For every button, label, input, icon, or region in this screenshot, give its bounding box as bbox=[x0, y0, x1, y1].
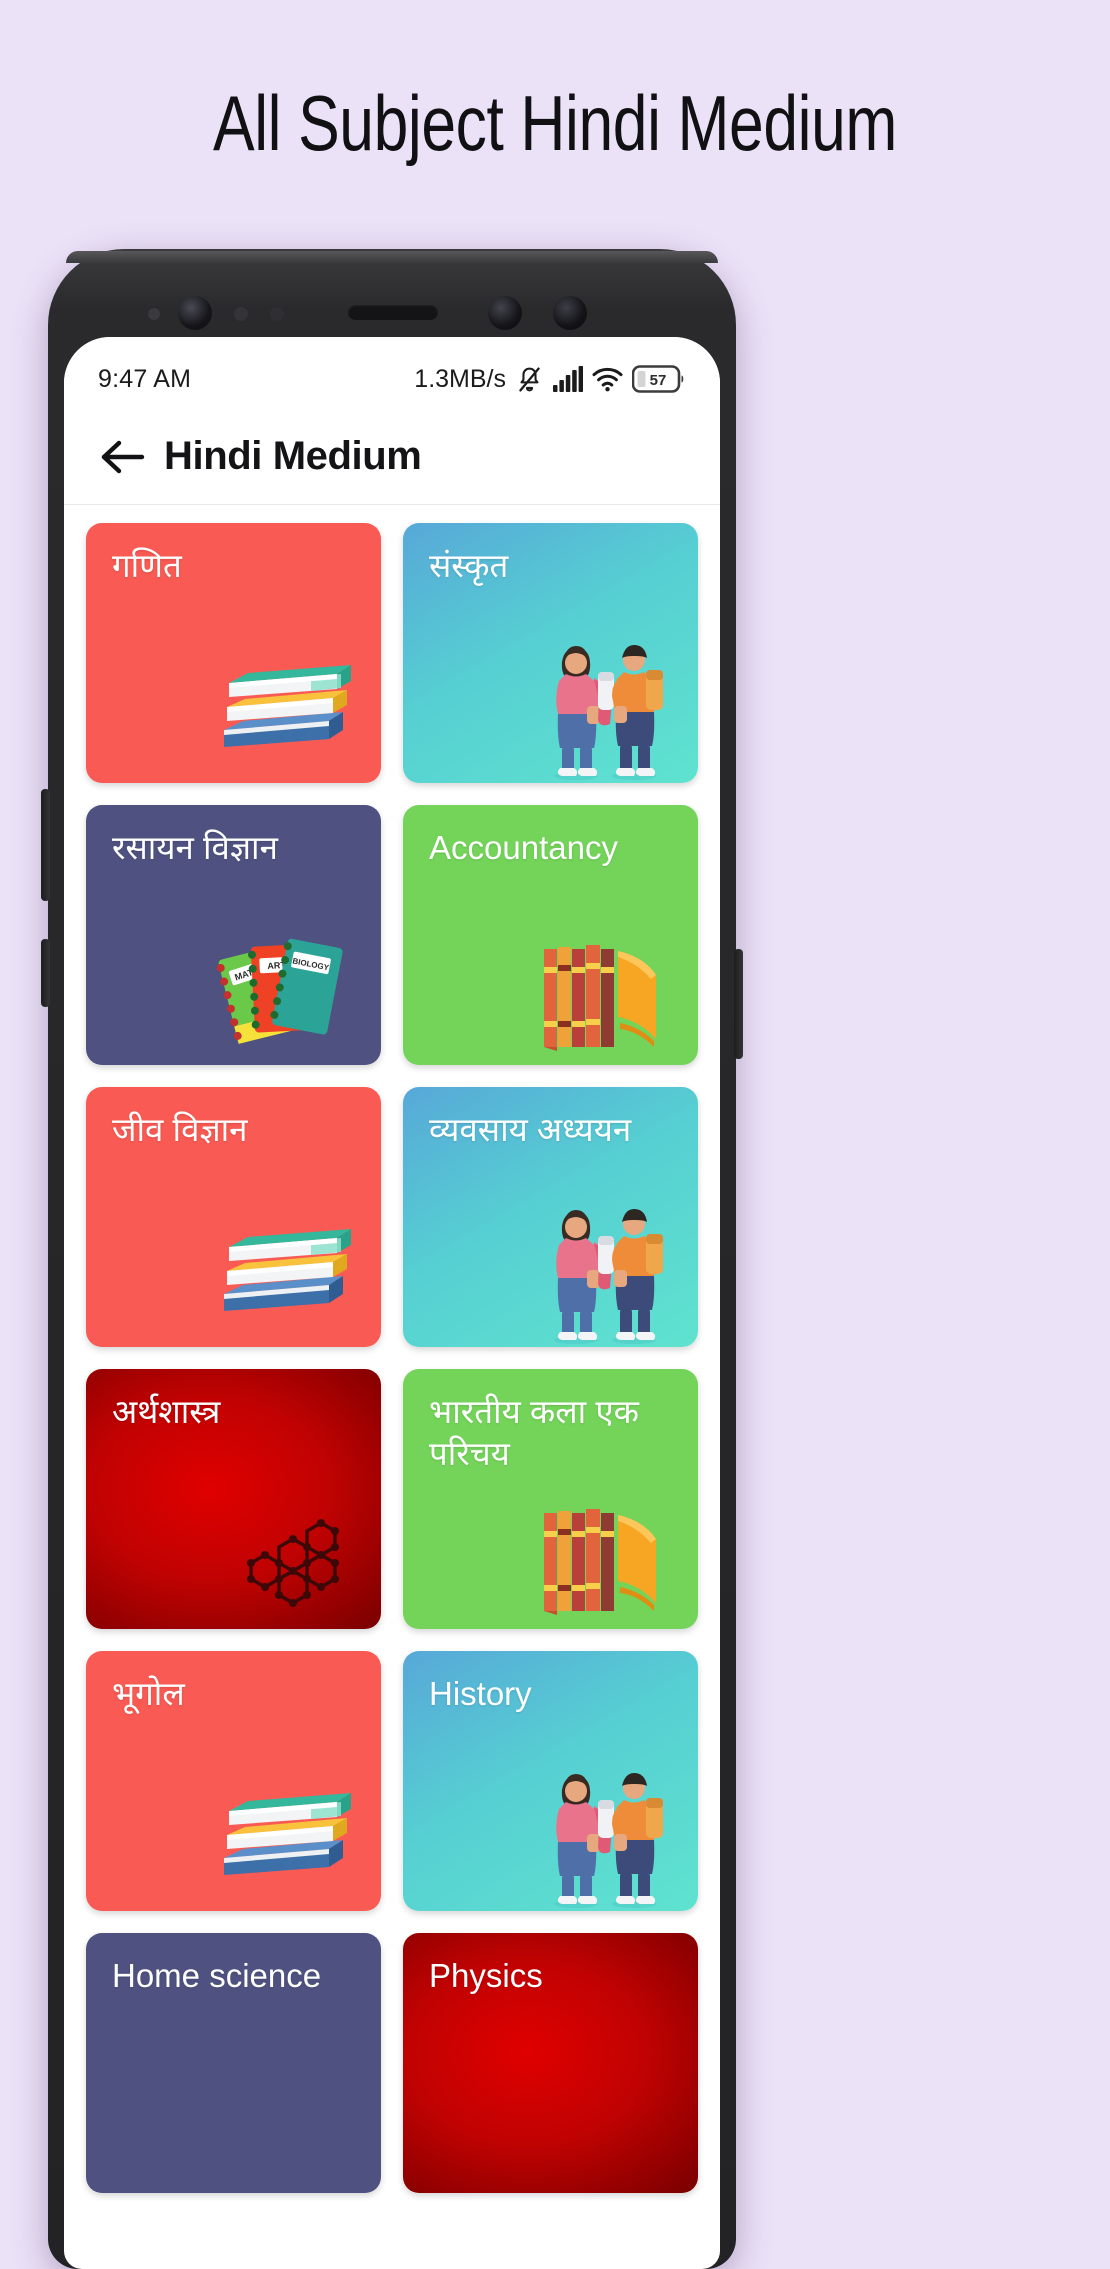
sensor-dot-icon bbox=[234, 307, 248, 321]
power-button[interactable] bbox=[734, 949, 743, 1059]
proximity-sensor-icon bbox=[148, 308, 160, 320]
subject-card-label: Physics bbox=[429, 1957, 543, 1994]
notebook-label: BIOLOGY bbox=[292, 956, 331, 972]
students-walking-icon bbox=[554, 1209, 663, 1344]
frame-top-edge bbox=[66, 251, 718, 263]
subject-card-bhugol[interactable]: भूगोल bbox=[86, 1651, 381, 1911]
subject-card-label: भारतीय कला एक परिचय bbox=[429, 1393, 639, 1473]
subject-card-arthshastra[interactable]: अर्थशास्त्र bbox=[86, 1369, 381, 1629]
volume-down-button[interactable] bbox=[41, 939, 50, 1007]
notebook-label: ART bbox=[267, 960, 286, 971]
earpiece-speaker bbox=[348, 305, 438, 320]
battery-level-label: 57 bbox=[650, 372, 667, 389]
molecule-hexagon-icon bbox=[247, 1519, 339, 1607]
students-walking-icon bbox=[554, 645, 663, 780]
subject-grid: गणित संस्कृत रसायन विज्ञान MATH ART BIOL… bbox=[64, 505, 720, 2193]
subject-card-accountancy[interactable]: Accountancy bbox=[403, 805, 698, 1065]
mute-bell-icon bbox=[519, 366, 540, 392]
battery-icon: 57 bbox=[632, 365, 684, 393]
subject-card-label: History bbox=[429, 1675, 532, 1712]
status-bar: 9:47 AM 1.3MB/s 57 bbox=[64, 337, 720, 409]
subject-card-label: गणित bbox=[112, 547, 182, 584]
subject-card-label: व्यवसाय अध्ययन bbox=[429, 1111, 632, 1148]
front-camera-icon bbox=[553, 296, 587, 330]
signal-bars-icon bbox=[553, 366, 583, 392]
front-camera-icon bbox=[178, 296, 212, 330]
app-bar: Hindi Medium bbox=[64, 409, 720, 505]
students-walking-icon bbox=[554, 1773, 663, 1908]
phone-frame: 9:47 AM 1.3MB/s 57 Hindi Medium गणित संस… bbox=[41, 249, 743, 2269]
subject-card-label: रसायन विज्ञान bbox=[112, 829, 278, 866]
notebook-label: MATH bbox=[233, 965, 260, 982]
wifi-icon bbox=[592, 367, 623, 392]
sensor-row bbox=[48, 291, 736, 337]
book-row-icon bbox=[544, 1509, 656, 1615]
subject-card-label: Accountancy bbox=[429, 829, 618, 866]
subject-card-label: अर्थशास्त्र bbox=[112, 1393, 221, 1430]
book-row-icon bbox=[544, 945, 656, 1051]
front-camera-icon bbox=[488, 296, 522, 330]
sensor-dot-icon bbox=[270, 307, 284, 321]
phone-screen: 9:47 AM 1.3MB/s 57 Hindi Medium गणित संस… bbox=[64, 337, 720, 2269]
status-icons: 1.3MB/s 57 bbox=[414, 365, 686, 394]
app-bar-title: Hindi Medium bbox=[164, 434, 422, 478]
book-stack-icon bbox=[224, 665, 351, 747]
notebooks-icon: MATH ART BIOLOGY bbox=[216, 938, 343, 1044]
subject-card-sanskrit[interactable]: संस्कृत bbox=[403, 523, 698, 783]
subject-card-label: भूगोल bbox=[112, 1675, 185, 1712]
network-speed-label: 1.3MB/s bbox=[414, 364, 506, 393]
subject-card-rasayan-vigyan[interactable]: रसायन विज्ञान MATH ART BIOLOGY bbox=[86, 805, 381, 1065]
subject-card-label: Home science bbox=[112, 1957, 322, 1994]
book-stack-icon bbox=[224, 1229, 351, 1311]
back-arrow-icon bbox=[101, 440, 145, 473]
back-button[interactable] bbox=[94, 428, 152, 486]
subject-card-vyavsay-adhyayan[interactable]: व्यवसाय अध्ययन bbox=[403, 1087, 698, 1347]
status-time: 9:47 AM bbox=[98, 364, 192, 393]
subject-card-home-science[interactable]: Home science bbox=[86, 1933, 381, 2193]
page-title: All Subject Hindi Medium bbox=[212, 79, 898, 167]
subject-card-history[interactable]: History bbox=[403, 1651, 698, 1911]
volume-up-button[interactable] bbox=[41, 789, 50, 901]
subject-card-label: संस्कृत bbox=[429, 547, 509, 584]
subject-card-jeev-vigyan[interactable]: जीव विज्ञान bbox=[86, 1087, 381, 1347]
subject-card-label: जीव विज्ञान bbox=[112, 1111, 248, 1148]
subject-card-physics[interactable]: Physics bbox=[403, 1933, 698, 2193]
book-stack-icon bbox=[224, 1793, 351, 1875]
subject-card-ganit[interactable]: गणित bbox=[86, 523, 381, 783]
subject-card-bhartiya-kala[interactable]: भारतीय कला एक परिचय bbox=[403, 1369, 698, 1629]
